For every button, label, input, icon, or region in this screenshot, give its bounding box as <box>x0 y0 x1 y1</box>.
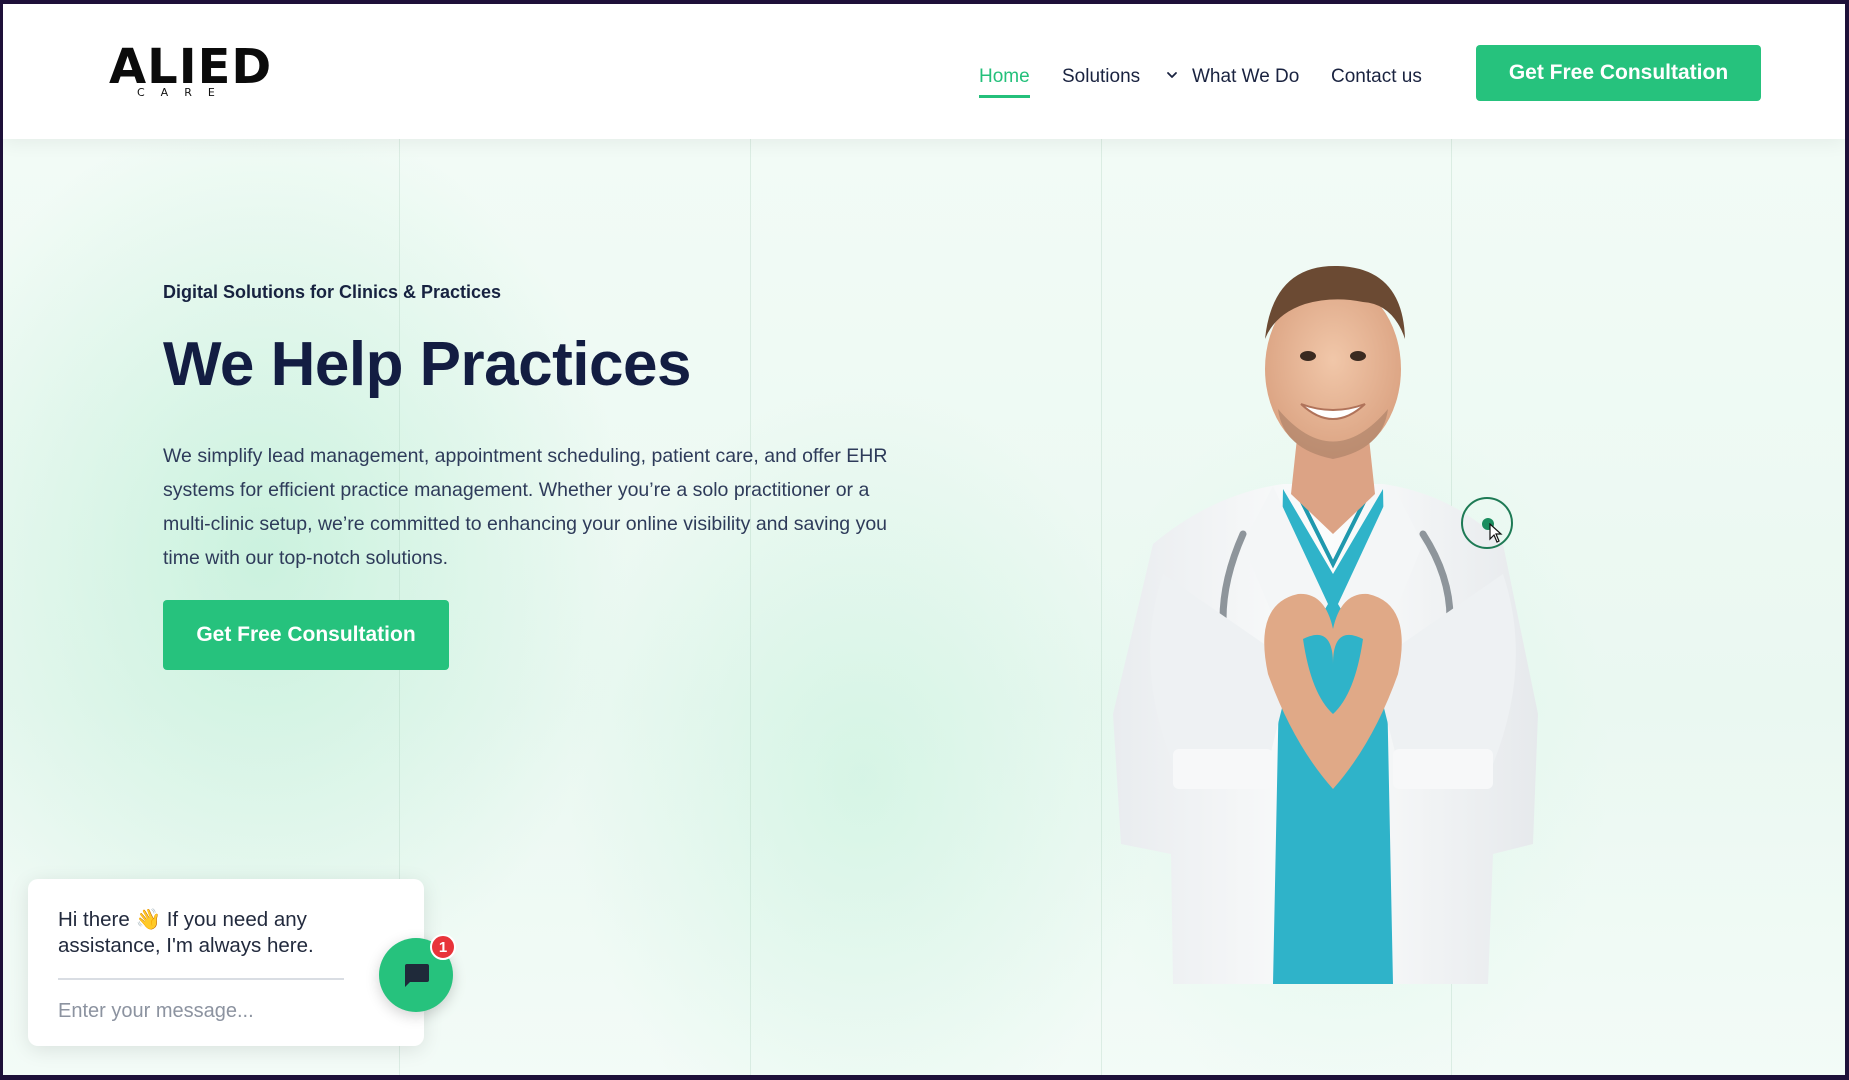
nav-item-solutions[interactable]: Solutions <box>1062 62 1177 92</box>
unread-badge: 1 <box>430 934 456 960</box>
site-header: ALIED CARE Home Solutions What We Do Con… <box>3 4 1845 139</box>
chat-popup: Hi there 👋 If you need any assistance, I… <box>28 879 424 1046</box>
nav-item-contact[interactable]: Contact us <box>1331 62 1422 92</box>
hero-title: We Help Practices <box>163 330 691 399</box>
hero-consultation-button[interactable]: Get Free Consultation <box>163 600 449 670</box>
nav-item-contact-label: Contact us <box>1331 66 1422 87</box>
doctor-heart-hands-illustration <box>1113 265 1538 984</box>
hero-eyebrow: Digital Solutions for Clinics & Practice… <box>163 282 502 302</box>
browser-viewport: ALIED CARE Home Solutions What We Do Con… <box>3 4 1845 1075</box>
header-consultation-button[interactable]: Get Free Consultation <box>1476 45 1761 101</box>
grid-line <box>750 139 751 1075</box>
active-underline <box>979 95 1030 98</box>
nav-item-what-we-do-label: What We Do <box>1192 66 1300 87</box>
pointer-icon <box>1489 523 1503 543</box>
chevron-down-icon <box>1167 72 1177 78</box>
nav-item-home-label: Home <box>979 66 1030 87</box>
chat-launcher-button[interactable]: 1 <box>379 934 456 1012</box>
nav-item-home[interactable]: Home <box>979 62 1030 98</box>
chat-divider <box>58 978 344 980</box>
chat-message-input[interactable] <box>58 994 348 1028</box>
custom-cursor <box>1461 497 1513 549</box>
nav-item-solutions-label: Solutions <box>1062 66 1141 87</box>
hero-description: We simplify lead management, appointment… <box>163 445 888 569</box>
chat-greeting: Hi there 👋 If you need any assistance, I… <box>58 908 314 957</box>
chat-bubble-icon <box>405 964 429 987</box>
nav-item-what-we-do[interactable]: What We Do <box>1192 62 1299 92</box>
